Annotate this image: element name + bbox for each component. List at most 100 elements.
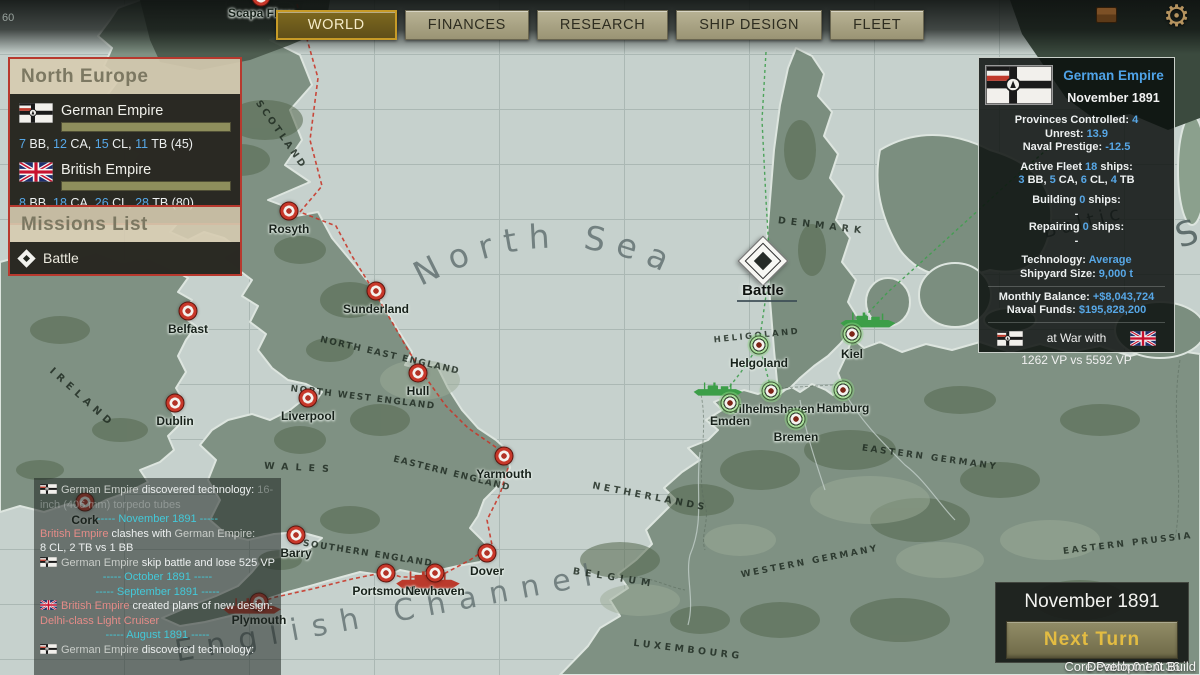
- battle-leader-line: [737, 300, 797, 302]
- turn-date: November 1891: [996, 591, 1188, 613]
- fleet-row-british-empire: British Empire: [19, 162, 231, 191]
- log-entry: Delhi-class Light Cruiser: [40, 614, 275, 629]
- city-marker-portsmouth[interactable]: [377, 564, 396, 583]
- log-entry: German Empire discovered technology:: [40, 643, 275, 658]
- divider: [988, 322, 1165, 323]
- log-date-separator: ----- October 1891 -----: [40, 570, 275, 585]
- city-marker-hamburg[interactable]: [834, 381, 853, 400]
- latitude-label: 60: [2, 12, 14, 24]
- stat-line: Naval Funds: $195,828,200: [985, 304, 1168, 318]
- battle-marker[interactable]: [738, 236, 789, 287]
- log-date-separator: ----- September 1891 -----: [40, 585, 275, 600]
- city-label-yarmouth: Yarmouth: [476, 467, 531, 481]
- chest-icon[interactable]: [1096, 7, 1117, 23]
- german-flag-icon: [985, 65, 1053, 105]
- gear-icon[interactable]: ⚙: [1163, 0, 1190, 34]
- city-marker-rosyth[interactable]: [280, 202, 299, 221]
- tab-fleet[interactable]: FLEET: [830, 10, 924, 40]
- british-flag-icon: [1130, 331, 1156, 346]
- stat-line: Naval Prestige: -12.5: [985, 141, 1168, 155]
- stat-line: Unrest: 13.9: [985, 128, 1168, 142]
- city-marker-newhaven[interactable]: [426, 564, 445, 583]
- log-entry: British Empire created plans of new desi…: [40, 599, 275, 614]
- city-marker-wilhelmshaven[interactable]: [762, 382, 781, 401]
- city-label-helgoland: Helgoland: [730, 356, 788, 370]
- battle-diamond-icon: [17, 249, 35, 267]
- fleet-row-german-empire: German Empire: [19, 103, 231, 132]
- stat-line: Monthly Balance: +$8,043,724: [985, 291, 1168, 305]
- divider: [988, 286, 1165, 287]
- city-marker-emden[interactable]: [721, 394, 740, 413]
- stat-line: Shipyard Size: 9,000 t: [985, 268, 1168, 282]
- city-marker-hull[interactable]: [409, 364, 428, 383]
- missions-title: Missions List: [10, 207, 240, 242]
- event-log[interactable]: German Empire discovered technology: 16-…: [34, 478, 281, 675]
- war-status-text: at War with: [1047, 331, 1107, 345]
- log-entry: 8 CL, 2 TB vs 1 BB: [40, 541, 275, 556]
- log-entry: British Empire clashes with German Empir…: [40, 527, 275, 542]
- status-country-name: German Empire: [1059, 68, 1168, 83]
- city-marker-kiel[interactable]: [843, 325, 862, 344]
- stat-line: -: [985, 235, 1168, 249]
- city-marker-sunderland[interactable]: [367, 282, 386, 301]
- city-label-dublin: Dublin: [156, 414, 193, 428]
- tab-world[interactable]: WORLD: [276, 10, 397, 40]
- stat-line: Provinces Controlled: 4: [985, 114, 1168, 128]
- stat-line: Building 0 ships:: [985, 194, 1168, 208]
- mission-label: Battle: [43, 250, 79, 266]
- german-flag-icon: [19, 103, 53, 123]
- country-status-panel: German Empire November 1891 Provinces Co…: [978, 57, 1175, 353]
- fleet-strength-bar: [61, 181, 231, 191]
- city-label-sunderland: Sunderland: [343, 302, 409, 316]
- log-date-separator: ----- August 1891 -----: [40, 628, 275, 643]
- german-flag-icon: [40, 557, 57, 567]
- stat-line: Technology: Average: [985, 254, 1168, 268]
- city-marker-yarmouth[interactable]: [495, 447, 514, 466]
- fleet-strength-list: German Empire 7 BB, 12 CA, 15 CL, 11 TB (…: [10, 94, 240, 223]
- missions-list: Battle: [10, 242, 240, 274]
- city-marker-liverpool[interactable]: [299, 389, 318, 408]
- tab-ship-design[interactable]: SHIP DESIGN: [676, 10, 822, 40]
- log-entry: German Empire skip battle and lose 525 V…: [40, 556, 275, 571]
- log-date-separator: ----- November 1891 -----: [40, 512, 275, 527]
- city-label-kiel: Kiel: [841, 347, 863, 361]
- mission-item-battle[interactable]: Battle: [10, 242, 240, 274]
- fleet-name: German Empire: [61, 103, 231, 119]
- city-label-barry: Barry: [280, 546, 311, 560]
- war-status-row: at War with: [985, 327, 1168, 346]
- stat-line: Active Fleet 18 ships:: [985, 161, 1168, 175]
- city-marker-bremen[interactable]: [787, 410, 806, 429]
- next-turn-button[interactable]: Next Turn: [1006, 621, 1178, 659]
- city-marker-dublin[interactable]: [166, 394, 185, 413]
- stat-line: Repairing 0 ships:: [985, 221, 1168, 235]
- game-screen: North Sea English Channel Baltic S SCOTL…: [0, 0, 1200, 675]
- battle-marker-label: Battle: [742, 282, 784, 299]
- city-label-dover: Dover: [470, 564, 504, 578]
- british-flag-icon: [19, 162, 53, 182]
- city-marker-barry[interactable]: [287, 526, 306, 545]
- city-label-hamburg: Hamburg: [817, 401, 870, 415]
- status-stats: Provinces Controlled: 4Unrest: 13.9Naval…: [985, 114, 1168, 323]
- fleet-ship-counts: 7 BB, 12 CA, 15 CL, 11 TB (45): [19, 137, 231, 151]
- city-marker-scapa-flow[interactable]: [252, 0, 271, 7]
- fleet-name: British Empire: [61, 162, 231, 178]
- german-flag-icon: [40, 484, 57, 494]
- log-entry: German Empire discovered technology: 16-…: [40, 483, 275, 512]
- stat-line: 3 BB, 5 CA, 6 CL, 4 TB: [985, 174, 1168, 188]
- city-marker-belfast[interactable]: [179, 302, 198, 321]
- tab-research[interactable]: RESEARCH: [537, 10, 668, 40]
- missions-panel: Missions List Battle: [8, 205, 242, 276]
- turn-panel: November 1891 Next Turn: [995, 582, 1189, 663]
- city-marker-helgoland[interactable]: [750, 336, 769, 355]
- city-label-liverpool: Liverpool: [281, 409, 335, 423]
- german-flag-icon: [40, 644, 57, 654]
- city-marker-dover[interactable]: [478, 544, 497, 563]
- north-europe-title: North Europe: [10, 59, 240, 94]
- city-label-emden: Emden: [710, 414, 750, 428]
- north-europe-panel: North Europe German Empire 7 BB, 12 CA, 1…: [8, 57, 242, 225]
- british-flag-icon: [40, 600, 57, 610]
- fleet-strength-bar: [61, 122, 231, 132]
- tab-finances[interactable]: FINANCES: [405, 10, 529, 40]
- city-label-hull: Hull: [407, 384, 430, 398]
- stat-line: -: [985, 208, 1168, 222]
